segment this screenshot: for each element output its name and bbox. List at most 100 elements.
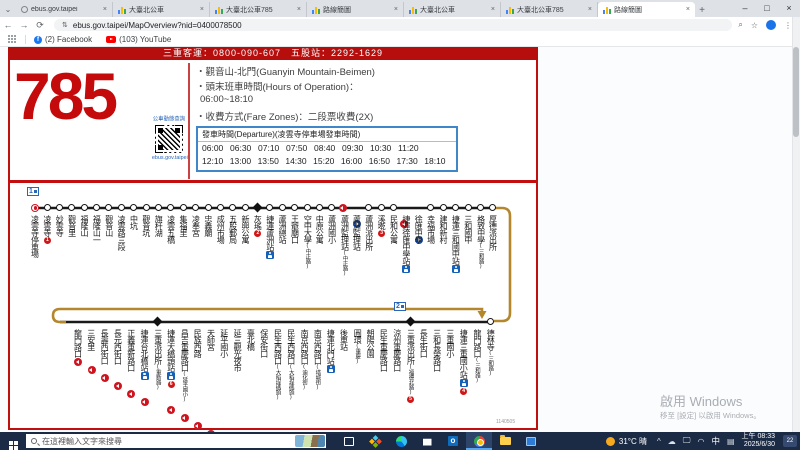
window-controls: – □ × [734, 0, 800, 16]
stop-name-suffix: (迪化街) [301, 364, 308, 390]
stop-name-suffix: (中正路) [304, 243, 311, 269]
taskbar-weather[interactable]: 31°C 晴 [605, 436, 647, 447]
widgets-button[interactable] [362, 432, 388, 450]
one-way-stop-marker [338, 204, 347, 212]
stop-name: 涼州重慶路口 [392, 329, 402, 371]
stop-marker [486, 318, 494, 325]
zone-number-badge: 2 [254, 230, 262, 237]
onedrive-icon[interactable]: ☁ [668, 437, 676, 446]
tab-title: 大臺北公車 [420, 6, 455, 14]
stop-name: 蘆洲總站 [278, 215, 288, 243]
back-icon[interactable]: ← [0, 20, 16, 30]
bus-stop: 朝陽公園 [364, 329, 378, 357]
task-view-button[interactable] [336, 432, 362, 450]
close-button[interactable]: × [778, 0, 800, 16]
tab-title: 大臺北公車 [129, 6, 164, 14]
touch-keyboard-icon[interactable]: ▤ [727, 437, 735, 446]
scrollbar-thumb[interactable] [793, 47, 799, 137]
chrome-icon[interactable] [466, 432, 492, 450]
departure-time: 06:00 [202, 143, 224, 153]
maximize-button[interactable]: □ [756, 0, 778, 16]
zone-number-badge: 3 [378, 230, 386, 237]
edge-icon[interactable] [388, 432, 414, 450]
bus-site-favicon [506, 6, 514, 14]
bookmark-youtube[interactable]: (103) YouTube [106, 35, 171, 44]
departure-row: 06:00 06:30 07:10 07:50 08:40 09:30 10:30 11:20 [198, 142, 456, 155]
profile-avatar[interactable] [766, 20, 776, 30]
stop-name-suffix: (福德北路) [407, 364, 414, 395]
outlook-icon[interactable]: o [440, 432, 466, 450]
browser-tab[interactable]: ebus.gov.taipei × [16, 2, 113, 17]
stop-name: 捷運北門站 [326, 329, 336, 364]
browser-tab[interactable]: 大臺北公車785 × [210, 2, 307, 17]
taskbar-clock[interactable]: 上午 08:33 2025/6/30 [742, 433, 775, 449]
start-button[interactable] [0, 432, 26, 450]
app-window-icon[interactable] [518, 432, 544, 450]
url-text[interactable]: ebus.gov.taipei/MapOverview?nid=04000785… [73, 21, 242, 30]
tab-close-icon[interactable]: × [686, 6, 690, 13]
reload-icon[interactable]: ⟳ [32, 20, 48, 31]
stop-name: 保安街口 [259, 329, 269, 357]
departure-table-header: 發車時間(Departure)(凌雲寺停車場發車時間) [198, 128, 456, 142]
display-icon[interactable]: 🖵 [683, 436, 691, 446]
stop-name: 龍門路口 [73, 329, 83, 357]
tab-close-icon[interactable]: × [394, 6, 398, 13]
bus-stop: 德林寺(三和路) [483, 329, 497, 376]
departure-time: 14:30 [285, 156, 307, 166]
apps-grid-icon[interactable] [8, 35, 17, 44]
browser-tab[interactable]: 大臺北公車 × [113, 2, 210, 17]
notification-center-icon[interactable]: 22 [783, 435, 797, 447]
omnibox[interactable]: ⇅ ebus.gov.taipei/MapOverview?nid=040007… [54, 19, 733, 31]
stop-marker [315, 204, 323, 211]
bus-stop: 天師宮 [204, 329, 218, 350]
browser-tab[interactable]: 大臺北公車785 × [501, 2, 598, 17]
tab-search-chevron-icon[interactable]: ⌄ [0, 2, 16, 17]
bus-stop: 正義重新路口 [124, 329, 138, 371]
stop-marker [179, 204, 187, 211]
tab-close-icon[interactable]: × [297, 6, 301, 13]
bus-stop: 長壽西街口 [98, 329, 112, 364]
stop-name: 厚德派出所 [488, 215, 498, 250]
stop-name: 捷運徐匯中學站 [401, 215, 411, 264]
tab-title: 大臺北公車785 [517, 6, 564, 14]
stop-name: 福隆山 [80, 215, 90, 236]
tray-expand-icon[interactable]: ^ [657, 437, 661, 446]
zoom-icon[interactable]: ⌕ [738, 20, 742, 30]
file-explorer-icon[interactable] [492, 432, 518, 450]
stop-name: 延三觀光夜市 [233, 329, 243, 371]
tab-close-icon[interactable]: × [588, 6, 592, 13]
stop-name: 空中大學(中正路) [303, 215, 313, 269]
ime-indicator[interactable]: 中 [711, 435, 720, 447]
tab-close-icon[interactable]: × [491, 6, 495, 13]
bus-stop: 民生西路口(大稻埕碼頭) [284, 329, 298, 400]
new-tab-button[interactable]: + [695, 3, 709, 17]
departure-time: 16:50 [368, 156, 390, 166]
bus-stop: 保安街口 [257, 329, 271, 357]
stop-name: 中坑 [129, 215, 139, 229]
bookmark-facebook[interactable]: f (2) Facebook [34, 35, 92, 44]
taskbar-search[interactable]: 在這裡輸入文字來搜尋 [26, 434, 326, 448]
tab-close-icon[interactable]: × [103, 6, 107, 13]
search-daily-image[interactable] [295, 435, 325, 447]
bus-stop: 民生西路口(大稻埕碼頭) [271, 329, 285, 400]
browser-tab[interactable]: 路線簡圖 × [307, 2, 404, 17]
youtube-icon [106, 36, 117, 43]
tab-close-icon[interactable]: × [200, 6, 204, 13]
activate-windows-watermark: 啟用 Windows 移至 [設定] 以啟用 Windows。 [660, 394, 761, 420]
network-icon[interactable]: ◠ [697, 437, 704, 446]
stop-name: 三安里 [86, 329, 96, 350]
stop-name: 長生街口 [419, 329, 429, 357]
bookmark-star-icon[interactable]: ☆ [751, 21, 758, 30]
forward-icon[interactable]: → [16, 20, 32, 30]
bus-stop: 南京西路口(迪化街) [297, 329, 311, 390]
version-note: 1140505 [496, 419, 516, 425]
site-settings-icon[interactable]: ⇅ [62, 21, 68, 29]
store-icon[interactable] [414, 432, 440, 450]
stop-name: 捷運蘆洲站 [265, 215, 275, 250]
menu-kebab-icon[interactable]: ⋮ [784, 21, 792, 30]
browser-tab[interactable]: 路線簡圖 × [598, 2, 695, 17]
minimize-button[interactable]: – [734, 0, 756, 16]
bus-stop: 捷運大橋頭站 6 [164, 329, 178, 388]
scrollbar[interactable] [792, 17, 800, 432]
browser-tab[interactable]: 大臺北公車 × [404, 2, 501, 17]
